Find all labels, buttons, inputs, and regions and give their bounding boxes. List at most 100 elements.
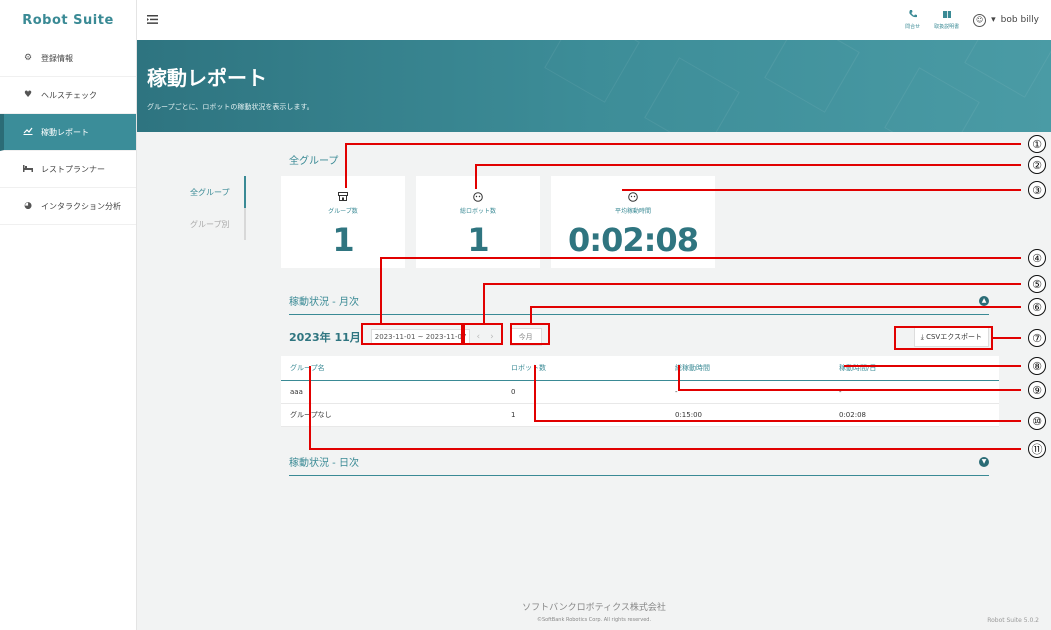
pie-chart-icon: ◕ (24, 201, 32, 211)
brand-logo[interactable]: Robot Suite (0, 0, 136, 40)
annotation-line (380, 257, 382, 325)
annotation-marker: ④ (1028, 249, 1046, 267)
manual-link[interactable]: 取扱説明書 (934, 10, 959, 31)
sidebar-item-label: インタラクション分析 (41, 201, 121, 211)
column-header-total-time[interactable]: 総稼動時間 (675, 363, 839, 373)
annotation-line (844, 365, 1021, 367)
manual-label: 取扱説明書 (934, 23, 960, 30)
daily-section-title: 稼動状況 - 日次 (289, 458, 359, 469)
current-month: 2023年 11月 (289, 331, 361, 344)
store-icon (338, 192, 348, 202)
cell-group-name: aaa (290, 388, 303, 396)
page-subtitle: グループごとに、ロボットの稼動状況を表示します。 (147, 103, 314, 111)
annotation-marker: ⑧ (1028, 357, 1046, 375)
table-header: グループ名 ロボット数 総稼動時間 稼動時間/日 (281, 356, 999, 381)
annotation-marker: ③ (1028, 181, 1046, 199)
decorative-hexagon (764, 40, 860, 113)
page-header-banner: 稼動レポート グループごとに、ロボットの稼動状況を表示します。 (137, 40, 1051, 132)
sidebar-item-registration[interactable]: ⚙ 登録情報 (0, 40, 136, 77)
annotation-line (993, 337, 1021, 339)
annotation-marker: ⑩ (1028, 412, 1046, 430)
footer-copyright: ©SoftBank Robotics Corp. All rights rese… (536, 617, 652, 623)
robot-count-label: 総ロボット数 (459, 208, 496, 215)
annotation-line (475, 164, 1021, 166)
book-icon (942, 10, 952, 24)
version-label: Robot Suite 5.0.2 (987, 617, 1039, 624)
group-count-label: グループ数 (328, 208, 358, 215)
annotation-line (530, 306, 1021, 308)
annotation-marker: ⑥ (1028, 298, 1046, 316)
sidebar-item-label: レストプランナー (41, 164, 105, 174)
chevron-up-icon[interactable]: ▲ (979, 295, 989, 306)
sidebar: Robot Suite ⚙ 登録情報 ♥ ヘルスチェック 稼動レポート レストプ… (0, 0, 137, 630)
table-row: aaa 0 - - (281, 381, 999, 404)
contact-label: 問合せ (905, 24, 921, 30)
decorative-hexagon (884, 67, 980, 132)
sidebar-item-label: 登録情報 (41, 53, 73, 63)
sidebar-item-label: ヘルスチェック (41, 90, 97, 100)
heart-pulse-icon: ♥ (23, 90, 33, 100)
annotation-line (534, 365, 536, 421)
annotation-line (345, 143, 347, 188)
annotation-line (530, 306, 532, 325)
robot-count-card: 総ロボット数 1 (416, 176, 540, 268)
sidebar-item-operation-report[interactable]: 稼動レポート (0, 114, 136, 151)
tab-all-groups[interactable]: 全グループ (174, 176, 246, 208)
annotation-box (894, 326, 993, 350)
sidebar-item-interaction-analysis[interactable]: ◕ インタラクション分析 (0, 188, 136, 225)
annotation-box (510, 323, 550, 345)
cell-group-name: グループなし (281, 410, 511, 420)
monthly-section-header[interactable]: 稼動状況 - 月次 ▲ (289, 287, 989, 315)
user-menu[interactable]: ☺ ▾ bob billy (973, 13, 1039, 27)
decorative-hexagon (964, 40, 1051, 98)
decorative-hexagon (544, 40, 640, 103)
annotation-line (678, 365, 680, 390)
chevron-down-icon: ▾ (991, 15, 996, 25)
annotation-line (475, 164, 477, 189)
annotation-line (622, 189, 1021, 191)
footer-company: ソフトバンクロボティクス株式会社 (522, 603, 666, 613)
annotation-marker: ② (1028, 156, 1046, 174)
page-title: 稼動レポート (147, 66, 267, 90)
column-header-group-name[interactable]: グループ名 (281, 363, 511, 373)
tab-by-group[interactable]: グループ別 (174, 208, 246, 240)
annotation-line (483, 283, 1021, 285)
annotation-line (309, 448, 1021, 450)
avg-time-label: 平均稼動時間 (614, 208, 651, 215)
phone-icon (908, 9, 918, 24)
menu-toggle-icon[interactable] (147, 13, 161, 27)
annotation-marker: ⑤ (1028, 275, 1046, 293)
top-bar: 問合せ 取扱説明書 ☺ ▾ bob billy (137, 0, 1051, 40)
cell-time-per-day: 0:02:08 (839, 411, 866, 419)
annotation-marker: ① (1028, 135, 1046, 153)
group-count-card: グループ数 1 (281, 176, 405, 268)
daily-section-header[interactable]: 稼動状況 - 日次 ▼ (289, 448, 989, 476)
annotation-line (678, 389, 1021, 391)
annotation-box (463, 323, 503, 345)
summary-title: 全グループ (289, 156, 339, 167)
sidebar-item-label: 稼動レポート (41, 127, 89, 137)
annotation-marker: ⑨ (1028, 381, 1046, 399)
annotation-line (380, 257, 1021, 259)
sidebar-item-rest-planner[interactable]: レストプランナー (0, 151, 136, 188)
annotation-line (345, 143, 1021, 145)
robot-count-value: 1 (467, 221, 489, 259)
line-chart-icon (23, 126, 33, 138)
annotation-line (534, 420, 1021, 422)
robot-face-icon: ☺ (973, 13, 987, 27)
annotation-marker: ⑪ (1028, 440, 1046, 458)
user-name: bob billy (1000, 15, 1039, 25)
robot-face-icon (628, 192, 638, 202)
cogs-icon: ⚙ (23, 53, 33, 63)
table-row: グループなし 1 0:15:00 0:02:08 (281, 404, 999, 427)
avg-time-value: 0:02:08 (568, 221, 699, 259)
cell-total-time: 0:15:00 (675, 411, 702, 419)
chevron-down-icon[interactable]: ▼ (979, 456, 989, 467)
robot-face-icon (473, 192, 483, 202)
annotation-box (361, 323, 463, 345)
bed-icon (23, 164, 33, 175)
footer: ソフトバンクロボティクス株式会社 ©SoftBank Robotics Corp… (137, 600, 1051, 623)
contact-link[interactable]: 問合せ (905, 9, 920, 31)
group-count-value: 1 (332, 221, 354, 259)
sidebar-item-health-check[interactable]: ♥ ヘルスチェック (0, 77, 136, 114)
